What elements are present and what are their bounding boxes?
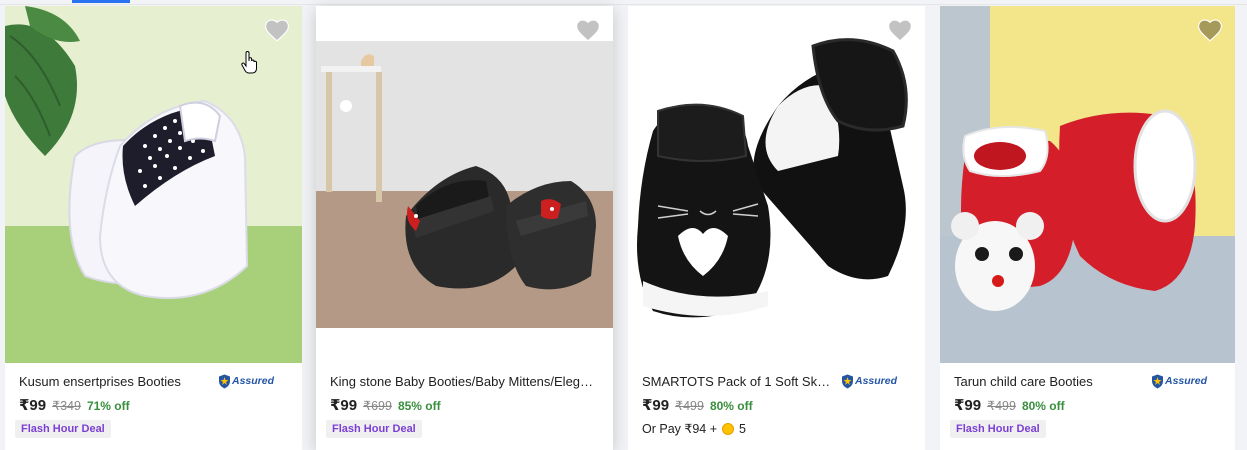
selling-price: ₹99 (642, 397, 670, 414)
flash-deal-badge: Flash Hour Deal (326, 420, 422, 438)
product-card-1[interactable]: Kusum ensertprises Booties Assured ₹99 ₹… (5, 6, 302, 450)
nav-underline (72, 0, 130, 3)
discount-percent: 85% off (397, 399, 441, 413)
assured-badge: Assured (218, 374, 274, 389)
product-title[interactable]: SMARTOTS Pack of 1 Soft Skin-... (642, 374, 832, 389)
heart-icon[interactable] (264, 18, 290, 42)
supercoin-icon (722, 422, 734, 435)
product-image[interactable] (628, 6, 925, 363)
discount-percent: 80% off (709, 399, 753, 413)
heart-icon[interactable] (887, 18, 913, 42)
hand-cursor-icon (241, 51, 257, 74)
assured-label: Assured (1164, 375, 1207, 387)
heart-icon[interactable] (575, 18, 601, 42)
product-title[interactable]: King stone Baby Booties/Baby Mittens/Ele… (330, 374, 600, 389)
product-image[interactable] (316, 6, 613, 363)
assured-label: Assured (854, 375, 897, 387)
pay-with-coins-text: Or Pay ₹94 + (642, 422, 717, 436)
original-price: ₹499 (987, 399, 1016, 413)
selling-price: ₹99 (19, 397, 47, 414)
discount-percent: 71% off (86, 399, 130, 413)
discount-percent: 80% off (1021, 399, 1065, 413)
selling-price: ₹99 (954, 397, 982, 414)
product-title[interactable]: Kusum ensertprises Booties (19, 374, 181, 389)
product-card-2[interactable]: King stone Baby Booties/Baby Mittens/Ele… (316, 6, 613, 450)
original-price: ₹349 (52, 399, 81, 413)
heart-icon[interactable] (1197, 18, 1223, 42)
assured-badge: Assured (841, 374, 897, 389)
flash-deal-badge: Flash Hour Deal (15, 420, 111, 438)
assured-label: Assured (231, 375, 274, 387)
assured-shield-icon (1151, 374, 1163, 388)
flash-deal-badge: Flash Hour Deal (950, 420, 1046, 438)
supercoin-offer: Or Pay ₹94 + 5 (642, 421, 915, 437)
product-image[interactable] (940, 6, 1235, 363)
product-card-3[interactable]: SMARTOTS Pack of 1 Soft Skin-... Assured… (628, 6, 925, 450)
product-title[interactable]: Tarun child care Booties (954, 374, 1093, 389)
assured-badge: Assured (1151, 374, 1207, 389)
product-card-4[interactable]: Tarun child care Booties Assured ₹99 ₹49… (940, 6, 1235, 450)
selling-price: ₹99 (330, 397, 358, 414)
original-price: ₹499 (675, 399, 704, 413)
divider (0, 4, 1247, 5)
original-price: ₹699 (363, 399, 392, 413)
coin-count: 5 (739, 421, 746, 436)
assured-shield-icon (841, 374, 853, 388)
assured-shield-icon (218, 374, 230, 388)
